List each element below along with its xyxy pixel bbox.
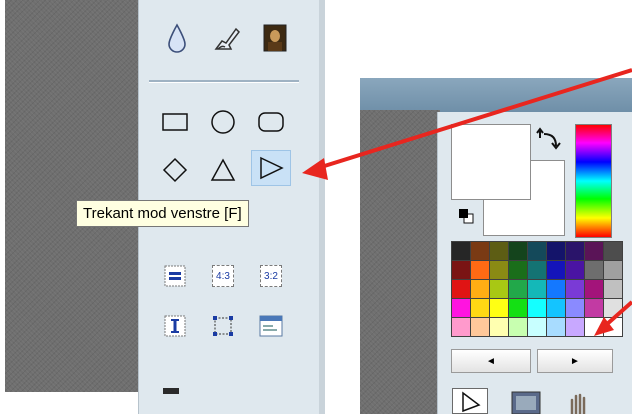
- arrow-to-palette: [604, 300, 632, 327]
- annotation-arrows: [302, 68, 632, 336]
- arrow-to-tool: [317, 68, 632, 170]
- arrowhead-tool: [302, 158, 328, 180]
